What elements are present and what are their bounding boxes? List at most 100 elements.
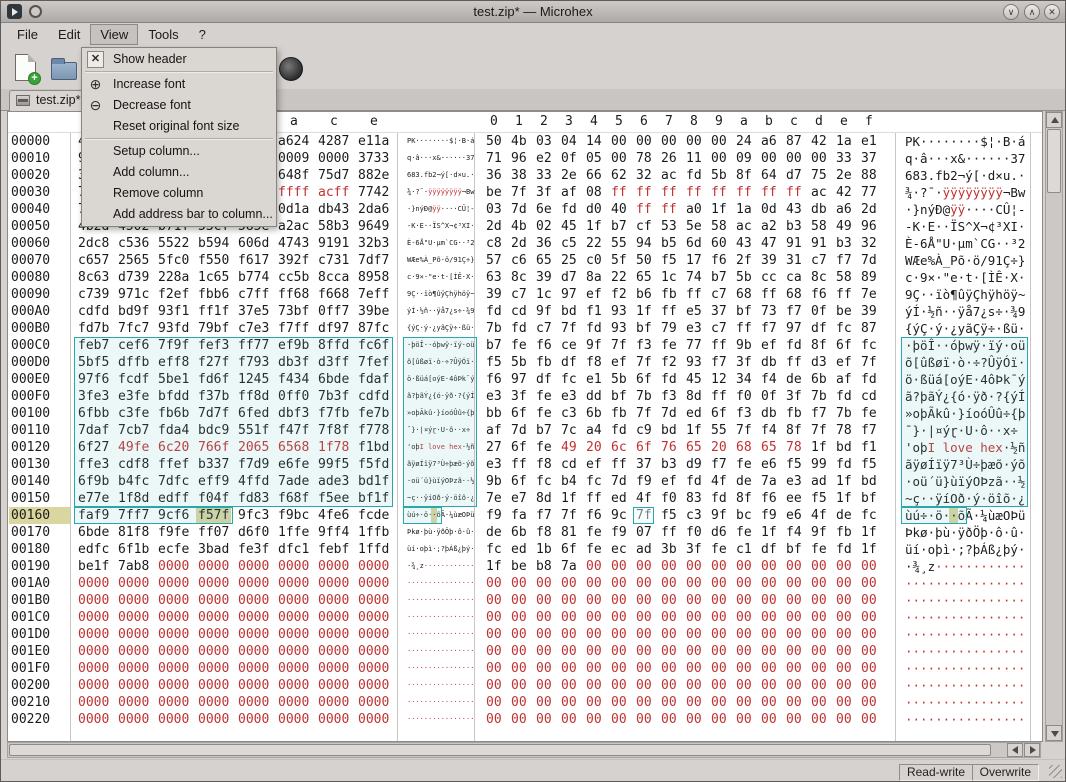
byte-cell[interactable]: fe [536,388,552,405]
word-cell[interactable]: 7d7f [198,405,229,422]
byte-cell[interactable]: fd [861,371,877,388]
byte-cell[interactable]: fe [586,524,602,541]
narrow-text-cell[interactable]: -K·E··ÏS^X¬¢³XI· [407,218,474,235]
byte-cell[interactable]: 00 [611,558,627,575]
word-cell[interactable]: c657 [78,252,109,269]
word-cell[interactable]: bd1f [358,473,389,490]
byte-cell[interactable]: f7 [536,507,552,524]
byte-cell[interactable]: ad [811,473,827,490]
byte-cell[interactable]: f8 [536,524,552,541]
byte-cell[interactable]: 00 [811,711,827,728]
byte-cell[interactable]: 00 [536,626,552,643]
text-cell[interactable]: c·9×·"e·t·[ÌÊ·X· [905,269,1025,286]
word-cell[interactable]: 0000 [238,609,269,626]
address-cell[interactable]: 00160 [11,507,50,524]
byte-cell[interactable]: 00 [586,694,602,711]
byte-cell[interactable]: 00 [636,626,652,643]
byte-cell[interactable]: bf [636,320,652,337]
address-cell[interactable]: 00140 [11,473,50,490]
word-cell[interactable]: e6fe [278,456,309,473]
text-cell[interactable]: ·oü´ü}ùïýOÞzã··½ [905,473,1025,490]
insert-mode-indicator[interactable]: Overwrite [971,764,1039,781]
byte-cell[interactable]: 00 [811,150,827,167]
byte-cell[interactable]: 7b [636,388,652,405]
byte-cell[interactable]: 1f [861,541,877,558]
text-cell[interactable]: ·¾¸z············ [905,558,1025,575]
byte-cell[interactable]: 49 [561,439,577,456]
byte-cell[interactable]: fb [536,354,552,371]
word-cell[interactable]: 9fc3 [238,507,269,524]
byte-cell[interactable]: ff [711,337,727,354]
word-cell[interactable]: 37e5 [238,303,269,320]
word-cell[interactable]: 1c65 [198,269,229,286]
byte-cell[interactable]: 00 [611,609,627,626]
byte-cell[interactable]: 00 [586,626,602,643]
byte-cell[interactable]: 2d [511,235,527,252]
byte-cell[interactable]: 00 [611,711,627,728]
byte-cell[interactable]: fe [661,337,677,354]
word-cell[interactable]: b337 [198,456,229,473]
byte-cell[interactable]: 53 [661,218,677,235]
byte-cell[interactable]: 00 [661,133,677,150]
byte-cell[interactable]: 14 [586,133,602,150]
narrow-text-cell[interactable]: ················ [407,660,474,677]
word-cell[interactable]: 0000 [318,677,349,694]
word-cell[interactable]: 0000 [78,609,109,626]
byte-cell[interactable]: b7 [486,337,502,354]
word-cell[interactable]: 7ab8 [118,558,149,575]
word-cell[interactable]: 0000 [118,677,149,694]
word-cell[interactable]: 0000 [238,575,269,592]
byte-cell[interactable]: 77 [686,337,702,354]
word-cell[interactable]: 49fe [118,439,149,456]
byte-cell[interactable]: c1 [736,541,752,558]
open-file-button[interactable] [47,50,83,86]
word-cell[interactable]: 87fc [358,320,389,337]
byte-cell[interactable]: 00 [711,575,727,592]
word-cell[interactable]: f7ff [278,320,309,337]
byte-cell[interactable]: 1f [561,490,577,507]
byte-cell[interactable]: 00 [836,575,852,592]
byte-cell[interactable]: ff [761,286,777,303]
byte-cell[interactable]: ee [786,490,802,507]
byte-cell[interactable]: b8 [536,558,552,575]
byte-cell[interactable]: ff [686,184,702,201]
byte-cell[interactable]: fc [536,473,552,490]
byte-cell[interactable]: 6f [711,405,727,422]
byte-cell[interactable]: 00 [611,694,627,711]
byte-cell[interactable]: 00 [486,711,502,728]
byte-cell[interactable]: 34 [736,371,752,388]
tab-test-zip[interactable]: test.zip* [9,90,92,111]
address-cell[interactable]: 001F0 [11,660,50,677]
byte-cell[interactable]: 1f [586,218,602,235]
byte-cell[interactable]: 00 [636,660,652,677]
byte-cell[interactable]: 7d [511,201,527,218]
word-cell[interactable]: 9cf6 [158,507,189,524]
byte-cell[interactable]: 00 [561,694,577,711]
word-cell[interactable]: fd7b [78,320,109,337]
byte-cell[interactable]: 00 [536,643,552,660]
byte-cell[interactable]: 9b [486,473,502,490]
byte-cell[interactable]: 17 [686,252,702,269]
narrow-text-cell[interactable]: ················ [407,575,474,592]
address-cell[interactable]: 00030 [11,184,50,201]
word-cell[interactable]: c3fe [118,405,149,422]
byte-cell[interactable]: 39 [536,269,552,286]
word-cell[interactable]: 0000 [158,677,189,694]
word-cell[interactable]: eff8 [158,354,189,371]
byte-cell[interactable]: ff [661,524,677,541]
byte-cell[interactable]: 00 [711,643,727,660]
byte-cell[interactable]: f5 [786,456,802,473]
byte-cell[interactable]: 3b [661,541,677,558]
byte-cell[interactable]: 62 [611,167,627,184]
text-cell[interactable]: ················ [905,592,1025,609]
byte-cell[interactable]: 00 [736,609,752,626]
byte-cell[interactable]: fd [686,473,702,490]
byte-cell[interactable]: 42 [811,133,827,150]
byte-cell[interactable]: 93 [686,354,702,371]
narrow-text-cell[interactable]: {ýÇ·ý·¿yãÇÿ÷·ßü· [407,320,474,337]
byte-cell[interactable]: 00 [486,575,502,592]
word-cell[interactable]: 4743 [278,235,309,252]
menu-item-setup-column[interactable]: Setup column... [82,141,276,162]
byte-cell[interactable]: f9 [486,507,502,524]
word-cell[interactable]: 0000 [158,592,189,609]
